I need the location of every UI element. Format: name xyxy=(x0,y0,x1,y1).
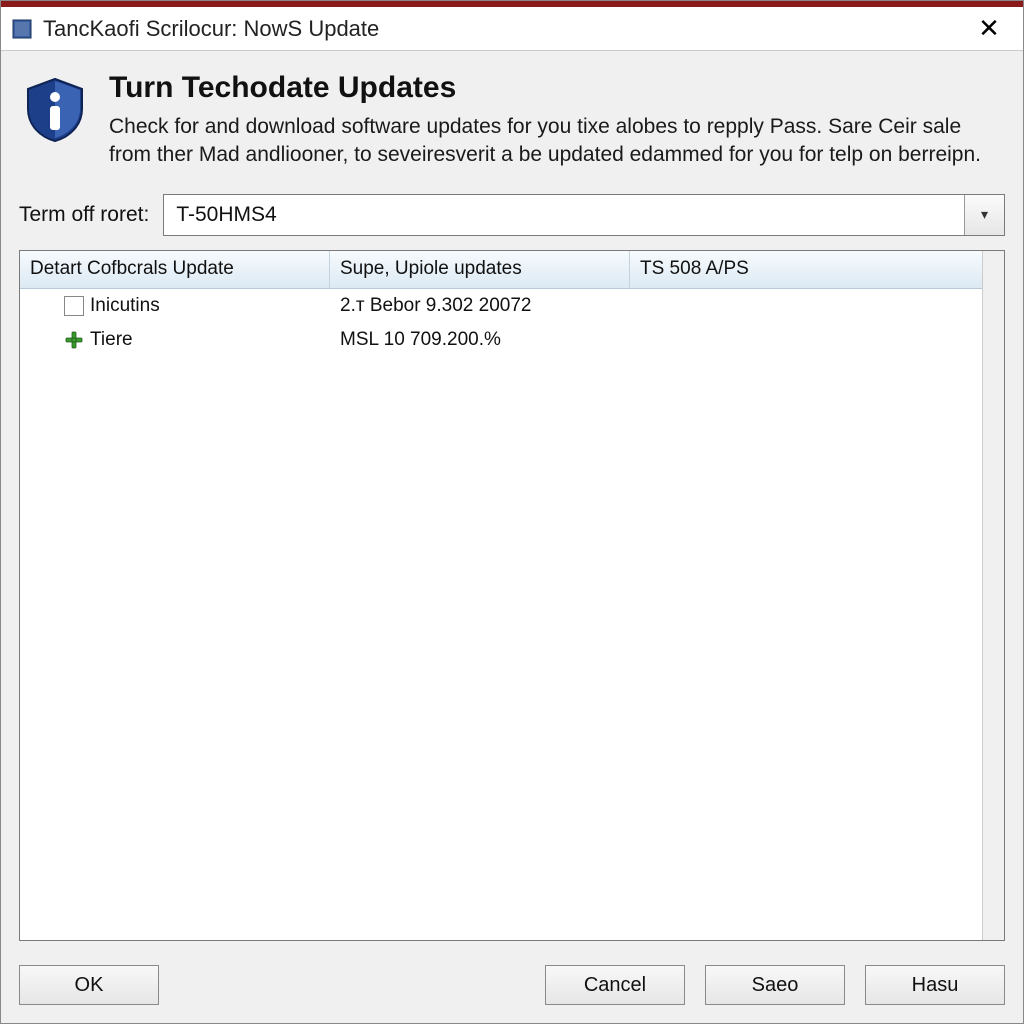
term-select-row: Term off roret: T-50HMS4 ▾ xyxy=(1,184,1023,250)
updates-list-main: Detart Cofbcrals Update Supe, Upiole upd… xyxy=(20,251,982,940)
column-header-update[interactable]: Detart Cofbcrals Update xyxy=(20,251,330,288)
window-title: TancKaofi Scrilocur: NowS Update xyxy=(43,16,969,42)
header-title: Turn Techodate Updates xyxy=(109,71,1001,105)
row-name-label: Tiere xyxy=(90,329,133,351)
dropdown-arrow-button[interactable]: ▾ xyxy=(964,195,1004,235)
vertical-scrollbar[interactable] xyxy=(982,251,1004,940)
close-button[interactable]: ✕ xyxy=(969,11,1009,47)
cancel-button[interactable]: Cancel xyxy=(545,965,685,1005)
checkbox-icon[interactable] xyxy=(64,296,84,316)
term-select-value: T-50HMS4 xyxy=(176,203,276,227)
header-description: Check for and download software updates … xyxy=(109,113,1001,170)
updates-list-header[interactable]: Detart Cofbcrals Update Supe, Upiole upd… xyxy=(20,251,982,289)
row-name-cell: Inicutins xyxy=(20,289,330,323)
titlebar: TancKaofi Scrilocur: NowS Update ✕ xyxy=(1,7,1023,51)
close-icon: ✕ xyxy=(978,13,1000,44)
update-dialog-window: TancKaofi Scrilocur: NowS Update ✕ Turn … xyxy=(0,0,1024,1024)
button-bar: OK Cancel Saeo Hasu xyxy=(1,955,1023,1023)
hasu-button[interactable]: Hasu xyxy=(865,965,1005,1005)
column-header-supe[interactable]: Supe, Upiole updates xyxy=(330,251,630,288)
row-name-label: Inicutins xyxy=(90,295,160,317)
dialog-content: Turn Techodate Updates Check for and dow… xyxy=(1,51,1023,1023)
saeo-button[interactable]: Saeo xyxy=(705,965,845,1005)
term-select-label: Term off roret: xyxy=(19,203,149,227)
chevron-down-icon: ▾ xyxy=(981,206,988,223)
row-version-cell: MSL 10 709.200.% xyxy=(330,323,630,357)
ok-button[interactable]: OK xyxy=(19,965,159,1005)
table-row[interactable]: Inicutins 2.т Bebor 9.302 20072 xyxy=(20,289,982,323)
row-version-cell: 2.т Bebor 9.302 20072 xyxy=(330,289,630,323)
row-status-cell xyxy=(630,289,982,323)
term-select-dropdown[interactable]: T-50HMS4 ▾ xyxy=(163,194,1005,236)
row-status-cell xyxy=(630,323,982,357)
table-row[interactable]: Tiere MSL 10 709.200.% xyxy=(20,323,982,357)
add-icon xyxy=(64,330,84,350)
header-text: Turn Techodate Updates Check for and dow… xyxy=(109,71,1001,170)
column-header-status[interactable]: TS 508 A/PS xyxy=(630,251,982,288)
header-section: Turn Techodate Updates Check for and dow… xyxy=(1,51,1023,184)
info-icon xyxy=(19,75,91,147)
updates-list: Detart Cofbcrals Update Supe, Upiole upd… xyxy=(19,250,1005,941)
row-name-cell: Tiere xyxy=(20,323,330,357)
updates-list-body: Inicutins 2.т Bebor 9.302 20072 xyxy=(20,289,982,940)
app-icon xyxy=(11,18,33,40)
